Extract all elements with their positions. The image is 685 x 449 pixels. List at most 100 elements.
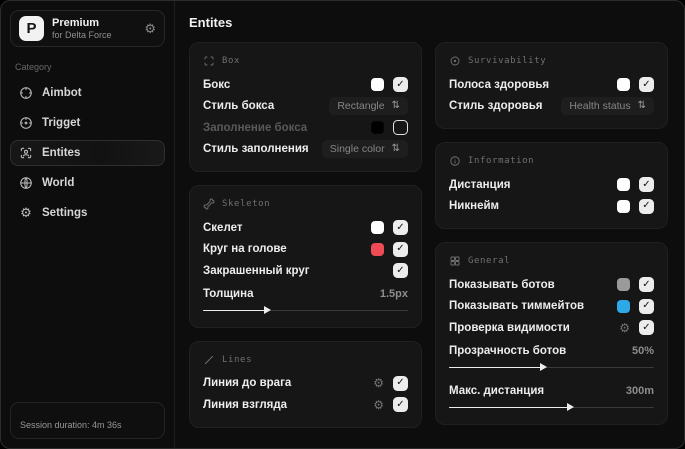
checkbox[interactable]: ✓	[639, 77, 654, 93]
panel-title: Box	[222, 56, 241, 66]
bots-opacity-slider[interactable]	[449, 363, 654, 372]
panel-title: Skeleton	[222, 199, 271, 209]
entity-scan-icon	[19, 146, 33, 160]
license-card: P Premium for Delta Force ⚙	[10, 10, 165, 47]
checkbox[interactable]: ✓	[393, 77, 408, 93]
chevrons-up-down-icon: ⇅	[637, 100, 646, 112]
checkbox[interactable]: ✓	[639, 277, 654, 293]
check-icon: ✓	[396, 398, 405, 410]
color-swatch[interactable]	[617, 299, 630, 313]
color-swatch[interactable]	[617, 78, 630, 92]
box-scan-icon	[203, 55, 215, 67]
page-title: Entites	[189, 15, 233, 30]
bone-icon	[203, 198, 215, 210]
fill-style-dropdown[interactable]: Single color ⇅	[321, 140, 408, 159]
setting-row-thickness: Толщина 1.5px	[203, 284, 408, 315]
thickness-slider[interactable]	[203, 306, 408, 315]
app-window: P Premium for Delta Force ⚙ Category Aim…	[0, 0, 685, 449]
color-swatch[interactable]	[617, 199, 630, 213]
check-icon: ✓	[396, 78, 405, 90]
panel-information: Information Дистанция ✓ Никнейм ✓	[435, 142, 668, 229]
check-icon: ✓	[396, 221, 405, 233]
session-duration: Session duration: 4m 36s	[20, 420, 122, 430]
globe-icon	[19, 176, 33, 190]
checkbox[interactable]: ✓	[393, 120, 408, 136]
setting-row-box-style: Стиль бокса Rectangle ⇅	[203, 96, 408, 118]
app-subtitle: for Delta Force	[52, 29, 112, 40]
setting-row-show-teammates: Показывать тиммейтов ✓	[449, 296, 654, 318]
checkbox[interactable]: ✓	[639, 320, 654, 336]
color-swatch[interactable]	[371, 242, 384, 256]
color-swatch[interactable]	[617, 278, 630, 292]
check-icon: ✓	[396, 243, 405, 255]
setting-row-fill-style: Стиль заполнения Single color ⇅	[203, 139, 408, 161]
color-swatch[interactable]	[617, 178, 630, 192]
setting-row-box-fill: Заполнение бокса ✓	[203, 117, 408, 139]
setting-row-view-line: Линия взгляда ⚙ ✓	[203, 394, 408, 416]
sidebar-item-label: World	[42, 177, 75, 189]
sidebar-item-trigget[interactable]: Trigget	[10, 110, 165, 136]
session-card: Session duration: 4m 36s	[10, 402, 165, 439]
panel-title: Survivability	[468, 56, 547, 66]
color-swatch[interactable]	[371, 221, 384, 235]
setting-row-health-style: Стиль здоровья Health status ⇅	[449, 96, 654, 118]
gear-icon[interactable]: ⚙	[619, 322, 630, 334]
panel-box: Box Бокс ✓ Стиль бокса Rectangle ⇅ Запол…	[189, 42, 422, 172]
sidebar-item-entites[interactable]: Entites	[10, 140, 165, 166]
sidebar-item-label: Entites	[42, 147, 81, 159]
chevrons-up-down-icon: ⇅	[391, 100, 400, 112]
setting-row-health-bar: Полоса здоровья ✓	[449, 74, 654, 96]
setting-row-head-circle: Круг на голове ✓	[203, 239, 408, 261]
check-icon: ✓	[396, 264, 405, 276]
gear-icon[interactable]: ⚙	[373, 377, 384, 389]
setting-row-box-enable: Бокс ✓	[203, 74, 408, 96]
checkbox[interactable]: ✓	[639, 177, 654, 193]
setting-row-bots-opacity: Прозрачность ботов 50%	[449, 341, 654, 372]
sidebar-item-label: Trigget	[42, 117, 81, 129]
panel-lines: Lines Линия до врага ⚙ ✓ Линия взгляда ⚙	[189, 340, 422, 428]
gear-icon[interactable]: ⚙	[144, 21, 156, 37]
color-swatch[interactable]	[371, 121, 384, 135]
checkbox[interactable]: ✓	[639, 298, 654, 314]
info-icon	[449, 155, 461, 167]
panel-title: Lines	[222, 354, 253, 365]
gear-icon[interactable]: ⚙	[373, 399, 384, 411]
check-icon: ✓	[642, 178, 651, 190]
checkbox[interactable]: ✓	[639, 198, 654, 214]
health-style-dropdown[interactable]: Health status ⇅	[561, 97, 654, 116]
setting-row-skeleton-enable: Скелет ✓	[203, 217, 408, 239]
sidebar-item-label: Settings	[42, 207, 88, 219]
sidebar-item-aimbot[interactable]: Aimbot	[10, 80, 165, 106]
check-icon: ✓	[642, 78, 651, 90]
checkbox[interactable]: ✓	[393, 263, 408, 279]
sidebar-item-settings[interactable]: ⚙ Settings	[10, 200, 165, 226]
panel-skeleton: Skeleton Скелет ✓ Круг на голове ✓ Закра…	[189, 185, 422, 328]
target-icon	[19, 116, 33, 130]
setting-row-filled-circle: Закрашенный круг ✓	[203, 260, 408, 282]
check-icon: ✓	[642, 278, 651, 290]
check-icon: ✓	[642, 321, 651, 333]
setting-row-visibility-check: Проверка видимости ⚙ ✓	[449, 317, 654, 339]
color-swatch[interactable]	[371, 78, 384, 92]
checkbox[interactable]: ✓	[393, 397, 408, 413]
checkbox[interactable]: ✓	[393, 241, 408, 257]
app-logo: P	[19, 16, 44, 41]
crosshair-icon	[19, 86, 33, 100]
max-distance-slider[interactable]	[449, 403, 654, 412]
app-title: Premium	[52, 17, 100, 29]
chevrons-up-down-icon: ⇅	[391, 143, 400, 155]
category-label: Category	[15, 62, 52, 72]
grid-icon	[449, 255, 461, 267]
panel-survivability: Survivability Полоса здоровья ✓ Стиль зд…	[435, 42, 668, 129]
checkbox[interactable]: ✓	[393, 375, 408, 391]
box-style-dropdown[interactable]: Rectangle ⇅	[329, 97, 408, 116]
checkbox[interactable]: ✓	[393, 220, 408, 236]
check-icon: ✓	[642, 200, 651, 212]
check-icon: ✓	[396, 377, 405, 389]
setting-row-enemy-line: Линия до врага ⚙ ✓	[203, 373, 408, 395]
sidebar-nav: Aimbot Trigget Entites World ⚙ Settings	[10, 80, 165, 226]
sidebar-item-world[interactable]: World	[10, 170, 165, 196]
slider-value: 1.5px	[379, 287, 408, 300]
setting-row-show-bots: Показывать ботов ✓	[449, 274, 654, 296]
line-icon	[203, 354, 215, 366]
